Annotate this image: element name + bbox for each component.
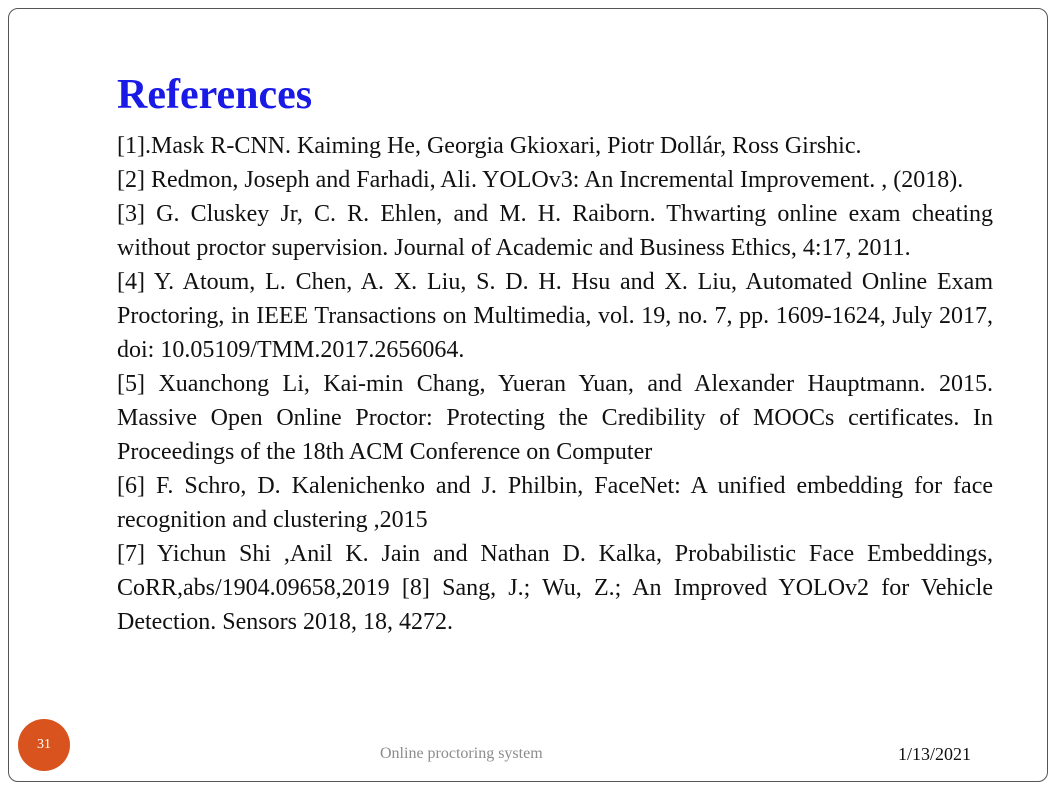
reference-item: [4] Y. Atoum, L. Chen, A. X. Liu, S. D. … [117,269,993,363]
reference-item: [3] G. Cluskey Jr, C. R. Ehlen, and M. H… [117,201,993,261]
reference-item: [7] Yichun Shi ,Anil K. Jain and Nathan … [117,541,993,635]
reference-item: [6] F. Schro, D. Kalenichenko and J. Phi… [117,473,993,533]
reference-item: [1].Mask R-CNN. Kaiming He, Georgia Gkio… [117,133,862,159]
slide-number-badge: 31 [18,719,70,771]
footer-text: Online proctoring system [380,745,543,762]
reference-item: [5] Xuanchong Li, Kai-min Chang, Yueran … [117,371,993,465]
references-list: [1].Mask R-CNN. Kaiming He, Georgia Gkio… [117,129,993,639]
footer-date: 1/13/2021 [898,744,972,764]
reference-item: [2] Redmon, Joseph and Farhadi, Ali. YOL… [117,167,964,193]
slide-title: References [117,72,313,118]
